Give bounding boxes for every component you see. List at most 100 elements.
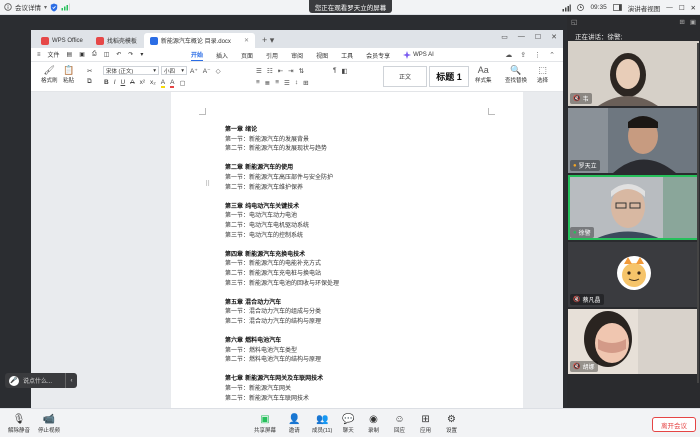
style-set-button[interactable]: Aa 样式集 [475,64,492,84]
chevron-left-icon[interactable]: ‹ [65,373,77,388]
grow-font-icon[interactable]: A⁺ [190,67,198,75]
shield-icon[interactable] [50,3,58,11]
invite-button[interactable]: 👤 邀请 [288,413,300,434]
settings-button[interactable]: ⚙ 设置 [446,413,457,434]
minimize-icon[interactable]: — [518,33,525,41]
subscript-icon[interactable]: x₂ [150,79,156,88]
record-button[interactable]: ◉ 录制 [368,413,379,434]
chat-button[interactable]: 💬 聊天 [342,413,354,434]
members-button[interactable]: 👥 成员(11) [312,413,332,434]
more-options-icon[interactable]: ⋮ [534,51,541,59]
paragraph-mark-icon[interactable]: ¶ [333,67,337,75]
paste-button[interactable]: 📋 粘贴 [63,64,74,84]
tab-insert[interactable]: 插入 [216,51,228,60]
number-list-icon[interactable]: ☷ [267,67,273,75]
share-icon[interactable]: ⇪ [520,51,526,59]
style-heading-1[interactable]: 标题 1 [429,66,469,87]
tab-view[interactable]: 视图 [316,51,328,60]
char-border-icon[interactable]: ▢ [179,79,185,88]
clear-format-icon[interactable]: ◇ [216,67,221,75]
tab-template[interactable]: 找稻壳模板 [90,33,143,48]
decrease-indent-icon[interactable]: ⇤ [278,67,283,75]
shading-icon[interactable]: ◧ [342,67,348,75]
justify-icon[interactable]: ☰ [284,79,290,87]
tab-review[interactable]: 审阅 [291,51,303,60]
tab-reference[interactable]: 引用 [266,51,278,60]
save-icon[interactable]: ▣ [79,51,85,58]
maximize-window-button[interactable]: ☐ [679,4,685,12]
speaker-view-icon[interactable] [612,4,622,11]
wps-ai-button[interactable]: WPS AI [403,51,434,59]
select-button[interactable]: ⬚ 选择 [537,64,548,84]
chevron-down-icon[interactable]: ▾ [44,4,47,11]
sort-icon[interactable]: ⇅ [299,67,304,75]
mic-icon[interactable]: 🎤 [9,375,19,386]
open-folder-icon[interactable]: ▤ [67,51,73,58]
superscript-icon[interactable]: x² [140,79,145,88]
drag-handle-icon[interactable]: ⠿ [205,180,210,188]
tab-tools[interactable]: 工具 [341,51,353,60]
new-tab-button[interactable]: + ▾ [256,33,280,48]
format-painter-button[interactable]: 🖌 格式刷 [41,64,58,84]
layout-icon[interactable]: ◱ [571,18,577,26]
tab-document[interactable]: 新能源汽车概论 目录.docx ✕ [143,33,255,48]
reaction-button[interactable]: ☺ 回应 [394,413,405,434]
panel-scrollbar[interactable] [697,43,699,383]
copy-icon[interactable]: ⧉ [87,78,92,86]
view-mode-button[interactable]: 演讲者视图 [628,3,661,13]
cut-icon[interactable]: ✂ [87,67,92,75]
redo-icon[interactable]: ↷ [128,51,133,58]
tab-wps-office[interactable]: WPS Office [35,33,89,48]
shrink-font-icon[interactable]: A⁻ [203,67,211,75]
participant-tile[interactable]: 🔇 蔡凡晶 [568,242,699,307]
align-right-icon[interactable]: ≡ [275,79,279,87]
highlight-icon[interactable]: A [160,79,166,88]
tab-member[interactable]: 会员专享 [366,51,390,60]
underline-icon[interactable]: U [121,79,126,88]
preview-icon[interactable]: ◫ [104,51,110,58]
style-normal[interactable]: 正文 [383,66,427,87]
pip-icon[interactable]: ▣ [690,18,696,26]
close-tab-icon[interactable]: ✕ [244,37,249,44]
participant-tile[interactable]: 🔇 韦 [568,41,699,106]
grid-icon[interactable]: ⊞ [679,18,684,26]
italic-icon[interactable]: I [114,79,116,88]
hamburger-menu-icon[interactable]: ≡ [37,52,41,58]
bullet-list-icon[interactable]: ☰ [256,67,262,75]
meeting-info-icon[interactable] [4,3,12,11]
cloud-icon[interactable]: ☁ [505,51,512,59]
restore-icon[interactable]: ▭ [501,33,508,41]
participant-tile[interactable]: 🔇 胡娜 [568,309,699,374]
undo-icon[interactable]: ↶ [116,51,121,58]
find-replace-button[interactable]: 🔍 查找替换 [505,64,527,84]
participant-tile[interactable]: ● 罗天立 [568,108,699,173]
participant-tile-active[interactable]: ● 徐警 [568,175,699,240]
minimize-window-button[interactable]: — [666,4,673,11]
leave-meeting-button[interactable]: 离开会议 [652,417,696,432]
line-spacing-icon[interactable]: ↕ [295,79,298,87]
apps-button[interactable]: ⊞ 应用 [420,413,431,434]
align-center-icon[interactable]: ≣ [265,79,270,87]
unmute-button[interactable]: 🎙 解除静音 [8,413,30,434]
print-icon[interactable]: ⎙ [92,51,97,58]
menu-file[interactable]: 文件 [48,50,60,59]
signal-icon[interactable] [61,3,70,11]
maximize-icon[interactable]: ☐ [535,33,541,41]
close-icon[interactable]: ✕ [551,33,557,41]
bold-icon[interactable]: B [104,79,109,88]
close-window-button[interactable]: ✕ [691,4,696,12]
tab-home[interactable]: 开始 [191,50,204,61]
stop-video-button[interactable]: 📹 停止视频 [38,413,60,434]
font-size-select[interactable]: 小四 ▾ [161,66,187,75]
align-left-icon[interactable]: ≡ [256,79,260,87]
share-screen-button[interactable]: ▣ 共享屏幕 [254,413,276,434]
font-color-icon[interactable]: A [170,79,175,88]
font-name-select[interactable]: 宋体 (正文) ▾ [103,66,159,75]
strikethrough-icon[interactable]: A [130,79,134,88]
document-page[interactable]: ⠿ 第一章 绪论 第一节：新能源汽车的发展背景 第二节：新能源汽车的发展现状与趋势第… [171,92,523,423]
more-icon[interactable]: ▾ [140,51,143,58]
collapse-ribbon-icon[interactable]: ⌃ [549,51,555,59]
document-canvas[interactable]: ⠿ 第一章 绪论 第一节：新能源汽车的发展背景 第二节：新能源汽车的发展现状与趋势第… [31,92,563,423]
tab-page[interactable]: 页面 [241,51,253,60]
meeting-details-link[interactable]: 会议详情 [15,2,41,12]
